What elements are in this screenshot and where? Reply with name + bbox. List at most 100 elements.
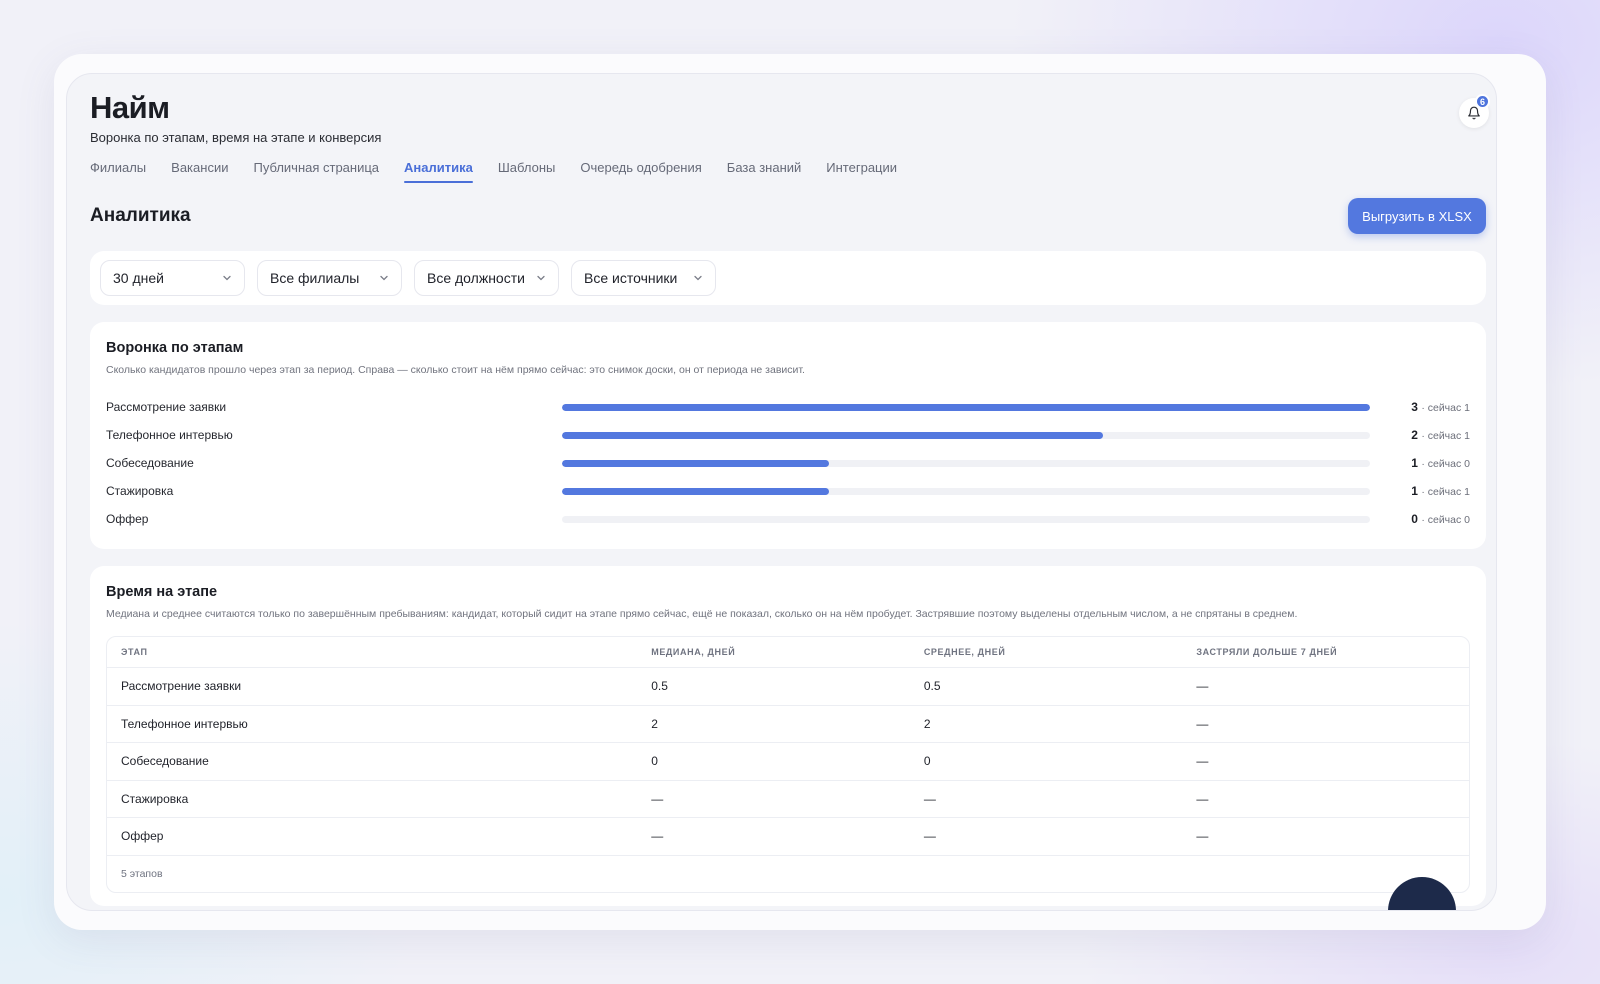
funnel-stage-count: 1 · сейчас 1 xyxy=(1411,484,1470,498)
funnel-stage-label: Рассмотрение заявки xyxy=(106,400,227,414)
table-cell: 0.5 xyxy=(923,679,941,694)
table-cell: — xyxy=(1196,829,1209,844)
funnel-now: · сейчас 0 xyxy=(1421,514,1470,526)
funnel-count: 1 xyxy=(1411,484,1418,498)
tab-public-page[interactable]: Публичная страница xyxy=(253,160,379,183)
funnel-bar-track xyxy=(562,516,1370,523)
table-cell: — xyxy=(1196,716,1209,731)
tab-branches[interactable]: Филиалы xyxy=(90,160,146,183)
chevron-down-icon xyxy=(537,275,545,281)
source-select[interactable]: Все источники xyxy=(571,260,716,296)
branch-select[interactable]: Все филиалы xyxy=(257,260,402,296)
table-header: Этап Медиана, дней Среднее, дней Застрял… xyxy=(107,637,1469,668)
funnel-count: 1 xyxy=(1411,456,1418,470)
table-row: Стажировка — — — xyxy=(107,781,1469,818)
funnel-stage-label: Стажировка xyxy=(106,484,174,498)
funnel-stage-label: Телефонное интервью xyxy=(106,428,233,442)
tab-analytics[interactable]: Аналитика xyxy=(404,160,473,183)
column-header[interactable]: Медиана, дней xyxy=(651,647,924,657)
table-cell: 2 xyxy=(923,716,931,731)
notifications-badge: 6 xyxy=(1475,94,1490,109)
table-cell: — xyxy=(1196,754,1209,769)
table-cell: Собеседование xyxy=(121,754,209,769)
funnel-card: Воронка по этапам Сколько кандидатов про… xyxy=(90,322,1486,549)
table-cell: Рассмотрение заявки xyxy=(121,679,242,694)
column-header[interactable]: Среднее, дней xyxy=(924,647,1197,657)
funnel-count: 0 xyxy=(1411,512,1418,526)
funnel-bar-track xyxy=(562,404,1370,411)
export-xlsx-button[interactable]: Выгрузить в XLSX xyxy=(1348,198,1486,234)
table-cell: — xyxy=(651,829,664,844)
tab-templates[interactable]: Шаблоны xyxy=(498,160,556,183)
funnel-stage-count: 1 · сейчас 0 xyxy=(1411,456,1470,470)
page-subtitle: Воронка по этапам, время на этапе и конв… xyxy=(90,130,382,145)
table-cell: Стажировка xyxy=(121,791,189,806)
table-cell: — xyxy=(1196,791,1209,806)
funnel-count: 3 xyxy=(1411,400,1418,414)
period-select-value: 30 дней xyxy=(113,270,164,286)
funnel-stage-count: 2 · сейчас 1 xyxy=(1411,428,1470,442)
funnel-row: Телефонное интервью 2 · сейчас 1 xyxy=(106,425,1470,445)
funnel-row: Собеседование 1 · сейчас 0 xyxy=(106,453,1470,473)
column-header[interactable]: Застряли дольше 7 дней xyxy=(1196,647,1469,657)
funnel-bar-track xyxy=(562,488,1370,495)
tab-bar: Филиалы Вакансии Публичная страница Анал… xyxy=(90,160,922,183)
column-header[interactable]: Этап xyxy=(107,647,651,657)
tab-knowledge-base[interactable]: База знаний xyxy=(727,160,802,183)
table-cell: 2 xyxy=(651,716,658,731)
table-row: Рассмотрение заявки 0.5 0.5 — xyxy=(107,668,1469,706)
funnel-bar xyxy=(562,432,1104,439)
funnel-title: Воронка по этапам xyxy=(106,340,244,356)
time-on-stage-table: Этап Медиана, дней Среднее, дней Застрял… xyxy=(106,636,1470,893)
table-cell: — xyxy=(923,829,936,844)
table-cell: Оффер xyxy=(121,829,164,844)
tab-integrations[interactable]: Интеграции xyxy=(826,160,897,183)
funnel-row: Оффер 0 · сейчас 0 xyxy=(106,509,1470,529)
funnel-now: · сейчас 1 xyxy=(1421,430,1470,442)
position-select-value: Все должности xyxy=(427,270,525,286)
funnel-stage-label: Оффер xyxy=(106,512,149,526)
funnel-bar-track xyxy=(562,432,1370,439)
funnel-stage-count: 3 · сейчас 1 xyxy=(1411,400,1470,414)
chevron-down-icon xyxy=(380,275,388,281)
funnel-bar-track xyxy=(562,460,1370,467)
chevron-down-icon xyxy=(694,275,702,281)
tab-vacancies[interactable]: Вакансии xyxy=(171,160,228,183)
chevron-down-icon xyxy=(223,275,231,281)
table-cell: Телефонное интервью xyxy=(121,716,248,731)
funnel-stage-count: 0 · сейчас 0 xyxy=(1411,512,1470,526)
table-cell: 0.5 xyxy=(651,679,668,694)
time-on-stage-description: Медиана и среднее считаются только по за… xyxy=(106,608,1298,620)
table-cell: — xyxy=(651,791,664,806)
section-title: Аналитика xyxy=(90,205,191,226)
funnel-now: · сейчас 1 xyxy=(1421,402,1470,414)
time-on-stage-title: Время на этапе xyxy=(106,584,218,600)
funnel-bar xyxy=(562,404,1370,411)
table-cell: — xyxy=(1196,679,1209,694)
funnel-now: · сейчас 0 xyxy=(1421,458,1470,470)
funnel-stage-label: Собеседование xyxy=(106,456,194,470)
table-row: Оффер — — — xyxy=(107,818,1469,856)
funnel-description: Сколько кандидатов прошло через этап за … xyxy=(106,364,805,376)
funnel-row: Стажировка 1 · сейчас 1 xyxy=(106,481,1470,501)
period-select[interactable]: 30 дней xyxy=(100,260,245,296)
app-window: Найм Воронка по этапам, время на этапе и… xyxy=(66,73,1497,911)
funnel-bar xyxy=(562,460,829,467)
source-select-value: Все источники xyxy=(584,270,678,286)
branch-select-value: Все филиалы xyxy=(270,270,360,286)
funnel-row: Рассмотрение заявки 3 · сейчас 1 xyxy=(106,397,1470,417)
funnel-now: · сейчас 1 xyxy=(1421,486,1470,498)
table-row: Собеседование 0 0 — xyxy=(107,743,1469,781)
filters-bar: 30 дней Все филиалы Все должности Все ис… xyxy=(90,251,1486,305)
time-on-stage-card: Время на этапе Медиана и среднее считают… xyxy=(90,566,1486,906)
funnel-count: 2 xyxy=(1411,428,1418,442)
table-cell: — xyxy=(923,791,936,806)
table-cell: 0 xyxy=(651,754,658,769)
position-select[interactable]: Все должности xyxy=(414,260,559,296)
table-row: Телефонное интервью 2 2 — xyxy=(107,706,1469,743)
tab-approval-queue[interactable]: Очередь одобрения xyxy=(580,160,701,183)
funnel-bar xyxy=(562,488,829,495)
table-footer: 5 этапов xyxy=(121,867,163,880)
table-cell: 0 xyxy=(923,754,931,769)
page-title: Найм xyxy=(90,90,170,125)
